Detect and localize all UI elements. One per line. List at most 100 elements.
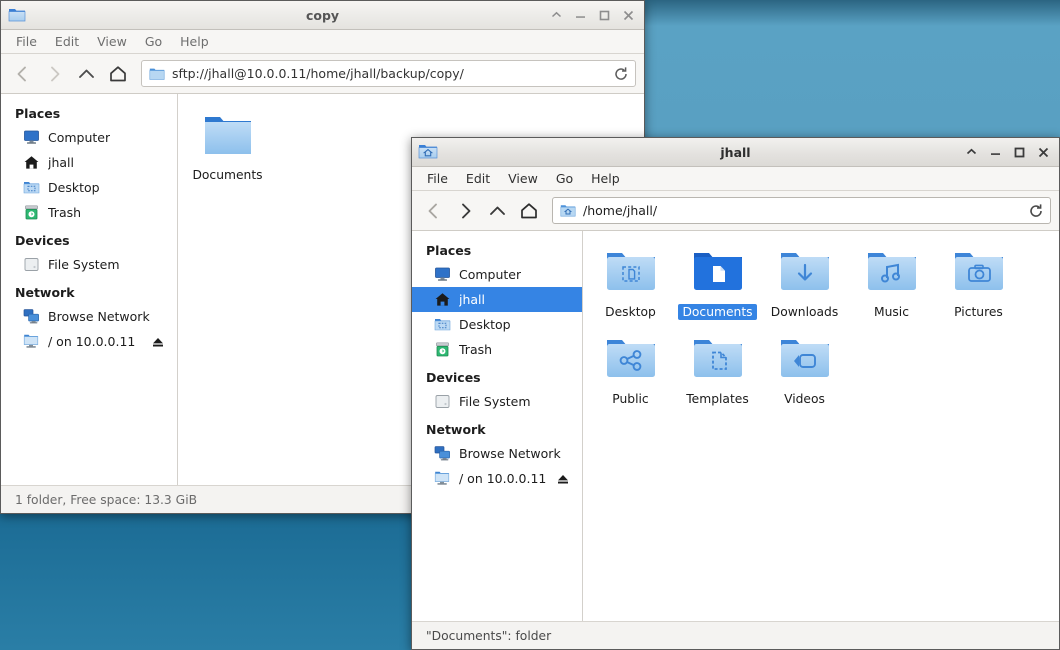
path-entry[interactable]: sftp://jhall@10.0.0.11/home/jhall/backup… [141,60,636,87]
menu-view[interactable]: View [499,169,547,188]
sidebar-item-label: / on 10.0.0.11 [48,334,135,349]
sidebar-group-places: Places [412,240,582,262]
minimize-icon[interactable] [989,145,1002,159]
titlebar[interactable]: copy [1,1,644,30]
file-icon-view[interactable]: Desktop Documents [583,231,1059,621]
sidebar-item-computer[interactable]: Computer [412,262,582,287]
toolbar[interactable]: sftp://jhall@10.0.0.11/home/jhall/backup… [1,54,644,94]
sidebar-item-jhall[interactable]: jhall [1,150,177,175]
forward-icon[interactable] [450,196,480,226]
folder-pictures-icon [950,247,1008,299]
maximize-icon[interactable] [598,8,611,22]
back-icon[interactable] [418,196,448,226]
sidebar-item-trash[interactable]: Trash [1,200,177,225]
window-body: Places Computer [412,231,1059,621]
drive-icon [23,256,40,273]
menu-view[interactable]: View [88,32,136,51]
folder-icon [6,5,28,25]
sidebar-item-file-system[interactable]: File System [1,252,177,277]
places-sidebar[interactable]: Places Computer [412,231,583,621]
file-label: Videos [780,391,829,407]
file-item[interactable]: Public [587,332,674,407]
desktop: copy File Edit View Go Help [0,0,1060,650]
menu-go[interactable]: Go [547,169,582,188]
file-label: Documents [678,304,756,320]
network-icon [23,308,40,325]
home-folder-icon [560,204,576,218]
file-item[interactable]: Documents [674,245,761,320]
file-item[interactable]: Music [848,245,935,320]
window-controls[interactable] [965,145,1053,159]
reload-icon[interactable] [1028,203,1044,219]
file-manager-window-jhall[interactable]: jhall File Edit View Go Help [411,137,1060,650]
places-sidebar[interactable]: Places Computer [1,94,178,485]
file-item[interactable]: Desktop [587,245,674,320]
sidebar-item-jhall[interactable]: jhall [412,287,582,312]
file-label: Public [608,391,652,407]
shade-icon[interactable] [965,145,978,159]
shade-icon[interactable] [550,8,563,22]
sidebar-item-desktop[interactable]: Desktop [412,312,582,337]
eject-icon[interactable] [151,335,171,349]
sidebar-item-label: Browse Network [48,309,150,324]
file-item[interactable]: Downloads [761,245,848,320]
minimize-icon[interactable] [574,8,587,22]
sidebar-item-label: Computer [459,267,521,282]
menu-go[interactable]: Go [136,32,171,51]
file-item[interactable]: Videos [761,332,848,407]
menubar[interactable]: File Edit View Go Help [412,167,1059,191]
up-icon[interactable] [482,196,512,226]
maximize-icon[interactable] [1013,145,1026,159]
close-icon[interactable] [1037,145,1050,159]
sidebar-item-computer[interactable]: Computer [1,125,177,150]
menu-help[interactable]: Help [582,169,629,188]
sidebar-item-label: Trash [459,342,492,357]
close-icon[interactable] [622,8,635,22]
status-text: 1 folder, Free space: 13.3 GiB [15,493,197,507]
back-icon[interactable] [7,59,37,89]
sidebar-item-trash[interactable]: Trash [412,337,582,362]
file-item[interactable]: Templates [674,332,761,407]
file-item[interactable]: Pictures [935,245,1022,320]
home-icon[interactable] [514,196,544,226]
sidebar-item-browse-network[interactable]: Browse Network [412,441,582,466]
menu-edit[interactable]: Edit [46,32,88,51]
eject-icon[interactable] [556,472,576,486]
sidebar-item-label: File System [48,257,120,272]
window-title: jhall [412,145,1059,160]
sidebar-item-label: / on 10.0.0.11 [459,471,546,486]
statusbar: "Documents": folder [412,621,1059,649]
window-controls[interactable] [550,8,638,22]
titlebar[interactable]: jhall [412,138,1059,167]
sidebar-item-file-system[interactable]: File System [412,389,582,414]
file-label: Desktop [601,304,660,320]
home-icon[interactable] [103,59,133,89]
file-label: Pictures [950,304,1007,320]
menu-file[interactable]: File [7,32,46,51]
sidebar-item-remote-mount[interactable]: / on 10.0.0.11 [412,466,582,491]
path-entry[interactable]: /home/jhall/ [552,197,1051,224]
sidebar-group-network: Network [1,282,177,304]
folder-public-icon [602,334,660,386]
menu-edit[interactable]: Edit [457,169,499,188]
file-item[interactable]: Documents [184,108,271,183]
up-icon[interactable] [71,59,101,89]
file-label: Templates [682,391,753,407]
remote-folder-icon [149,67,165,81]
sidebar-item-remote-mount[interactable]: / on 10.0.0.11 [1,329,177,354]
reload-icon[interactable] [613,66,629,82]
computer-icon [434,266,451,283]
sidebar-group-network: Network [412,419,582,441]
remote-mount-icon [434,470,451,487]
sidebar-item-browse-network[interactable]: Browse Network [1,304,177,329]
menu-file[interactable]: File [418,169,457,188]
toolbar[interactable]: /home/jhall/ [412,191,1059,231]
folder-music-icon [863,247,921,299]
file-label: Documents [188,167,266,183]
home-icon [434,291,451,308]
remote-mount-icon [23,333,40,350]
menubar[interactable]: File Edit View Go Help [1,30,644,54]
sidebar-item-desktop[interactable]: Desktop [1,175,177,200]
menu-help[interactable]: Help [171,32,218,51]
forward-icon[interactable] [39,59,69,89]
